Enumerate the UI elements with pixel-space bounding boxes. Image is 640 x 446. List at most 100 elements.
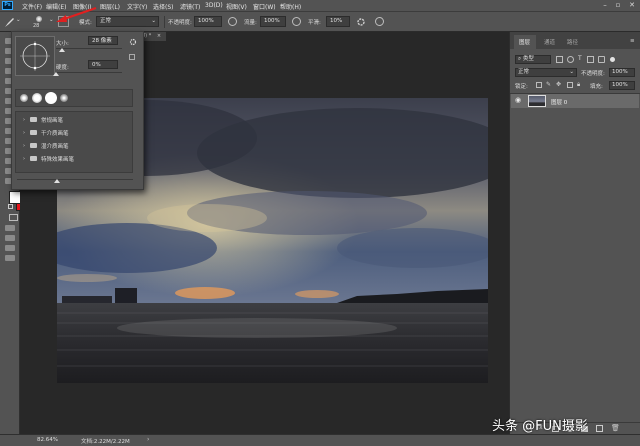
recent-brush-blur-icon[interactable] <box>60 94 68 102</box>
watermark-text: 头条 @FUN摄影 <box>492 419 588 434</box>
opacity-field[interactable]: 100% <box>194 16 222 27</box>
preview-size-slider-handle[interactable] <box>54 179 60 183</box>
layer-row[interactable]: ◉ 图层 0 <box>511 94 639 108</box>
document-info[interactable]: 文档:2.22M/2.22M <box>81 437 130 445</box>
expand-arrow-icon[interactable]: › <box>23 143 25 149</box>
lock-artboard-icon[interactable] <box>567 82 573 88</box>
brush-preset-picker-panel: 大小: 28 像素 硬度: 0% › 常规画笔 › 干介质画笔 › 湿介质画笔 … <box>11 31 144 190</box>
fill-value: 100% <box>612 82 628 88</box>
smoothing-label: 平滑: <box>308 20 321 26</box>
filter-adjustment-icon[interactable] <box>567 56 574 63</box>
blend-mode-select[interactable]: 正常 ⌄ <box>515 68 577 77</box>
menu-3d[interactable]: 3D(D) <box>205 2 223 9</box>
menu-type[interactable]: 文字(Y) <box>127 2 147 11</box>
status-bar: 82.64% 文档:2.22M/2.22M › <box>0 434 640 446</box>
lock-position-icon[interactable]: ✥ <box>556 81 561 88</box>
smoothing-options-gear-icon[interactable] <box>356 17 366 27</box>
size-slider-track[interactable] <box>56 48 122 49</box>
brush-folder-general[interactable]: › 常规画笔 <box>21 114 128 126</box>
close-icon[interactable]: ✕ <box>627 1 637 10</box>
opacity-label: 不透明度: <box>168 20 192 26</box>
fill-label: 填充: <box>590 84 603 90</box>
chevron-down-icon: ⌄ <box>151 18 156 24</box>
folder-icon <box>30 117 37 122</box>
menu-layer[interactable]: 图层(L) <box>100 2 120 11</box>
layer-kind-filter[interactable]: ⌕ 类型 <box>515 55 551 64</box>
pressure-opacity-icon[interactable] <box>228 17 237 26</box>
brush-folder-special-effects[interactable]: › 特殊效果画笔 <box>21 153 128 165</box>
menu-filter[interactable]: 滤镜(T) <box>180 2 200 11</box>
filter-toggle-icon[interactable] <box>610 57 615 62</box>
filter-shape-icon[interactable] <box>587 56 594 63</box>
brush-size-readout: 28 <box>33 23 40 29</box>
maximize-icon[interactable]: ▫ <box>613 1 623 10</box>
delete-layer-icon[interactable]: 🗑︎ <box>611 424 620 432</box>
tab-paths[interactable]: 路径 <box>567 38 578 46</box>
mode-select[interactable]: 正常 ⌄ <box>96 16 159 27</box>
filter-pixel-icon[interactable] <box>556 56 563 63</box>
default-colors-icon[interactable] <box>8 204 13 209</box>
smoothing-value: 10% <box>330 18 343 24</box>
close-tab-icon[interactable]: × <box>157 33 161 39</box>
brush-tip-icon <box>36 16 42 22</box>
lock-all-icon[interactable]: 🔒︎ <box>577 81 580 89</box>
layers-panel: 图层 通道 路径 ≡ ⌕ 类型 T 正常 ⌄ 不透明度: 100% 锁定: ✎ … <box>509 32 640 435</box>
brush-tool-icon[interactable] <box>3 17 15 28</box>
layer-opacity-field[interactable]: 100% <box>609 68 635 77</box>
recent-brush-soft-icon[interactable] <box>20 94 28 102</box>
layer-opacity-label: 不透明度: <box>581 71 605 77</box>
brush-angle-preview[interactable] <box>15 36 55 76</box>
brush-panel-gear-icon[interactable] <box>129 38 137 46</box>
menu-window[interactable]: 窗口(W) <box>253 2 276 11</box>
path-select-tool-icon[interactable] <box>5 225 15 231</box>
zoom-tool-icon[interactable] <box>5 245 15 251</box>
brush-preset-picker[interactable]: 28 <box>31 15 47 29</box>
filter-smart-object-icon[interactable] <box>598 56 605 63</box>
more-tools-icon[interactable] <box>5 255 15 261</box>
layer-kind-label: 类型 <box>522 56 534 62</box>
flow-field[interactable]: 100% <box>260 16 286 27</box>
folder-icon <box>30 130 37 135</box>
new-preset-icon[interactable] <box>129 54 135 60</box>
new-layer-icon[interactable] <box>596 425 603 432</box>
layer-thumbnail[interactable] <box>528 95 546 107</box>
panel-resize-track <box>17 179 133 180</box>
menu-view[interactable]: 视图(V) <box>226 2 247 11</box>
hardness-field[interactable]: 0% <box>88 60 118 69</box>
tool-preset-chevron-icon[interactable]: ⌄ <box>16 17 21 23</box>
filter-type-icon[interactable]: T <box>578 55 582 62</box>
menu-help[interactable]: 帮助(H) <box>280 2 301 11</box>
folder-label: 特殊效果画笔 <box>41 157 75 163</box>
size-slider-handle[interactable] <box>59 48 65 52</box>
smoothing-field[interactable]: 10% <box>326 16 350 27</box>
photoshop-logo: Ps <box>2 1 13 10</box>
brush-folder-dry-media[interactable]: › 干介质画笔 <box>21 127 128 139</box>
hardness-slider-track[interactable] <box>56 72 122 73</box>
menu-select[interactable]: 选择(S) <box>153 2 174 11</box>
size-field[interactable]: 28 像素 <box>88 36 118 45</box>
zoom-level[interactable]: 82.64% <box>37 437 58 443</box>
menu-file[interactable]: 文件(F) <box>22 2 42 11</box>
hand-tool-icon[interactable] <box>5 235 15 241</box>
lock-pixels-icon[interactable]: ✎ <box>546 81 551 88</box>
expand-arrow-icon[interactable]: › <box>23 156 25 162</box>
pressure-size-icon[interactable] <box>375 17 384 26</box>
lock-transparency-icon[interactable] <box>536 82 542 88</box>
brush-folder-wet-media[interactable]: › 湿介质画笔 <box>21 140 128 152</box>
expand-arrow-icon[interactable]: › <box>23 130 25 136</box>
folder-label: 湿介质画笔 <box>41 144 69 150</box>
layer-name[interactable]: 图层 0 <box>551 98 567 106</box>
status-menu-arrow-icon[interactable]: › <box>147 436 149 443</box>
minimize-icon[interactable]: – <box>600 1 610 10</box>
hardness-slider-handle[interactable] <box>53 72 59 76</box>
fill-field[interactable]: 100% <box>609 81 635 90</box>
tab-channels[interactable]: 通道 <box>544 38 555 46</box>
airbrush-icon[interactable] <box>292 17 301 26</box>
recent-brush-medium-icon[interactable] <box>32 93 42 103</box>
expand-arrow-icon[interactable]: › <box>23 117 25 123</box>
visibility-eye-icon[interactable]: ◉ <box>515 96 521 104</box>
panel-menu-icon[interactable]: ≡ <box>630 38 635 44</box>
tab-layers[interactable]: 图层 <box>519 38 530 46</box>
quick-mask-icon[interactable] <box>9 214 18 221</box>
recent-brush-hard-icon[interactable] <box>45 92 57 104</box>
